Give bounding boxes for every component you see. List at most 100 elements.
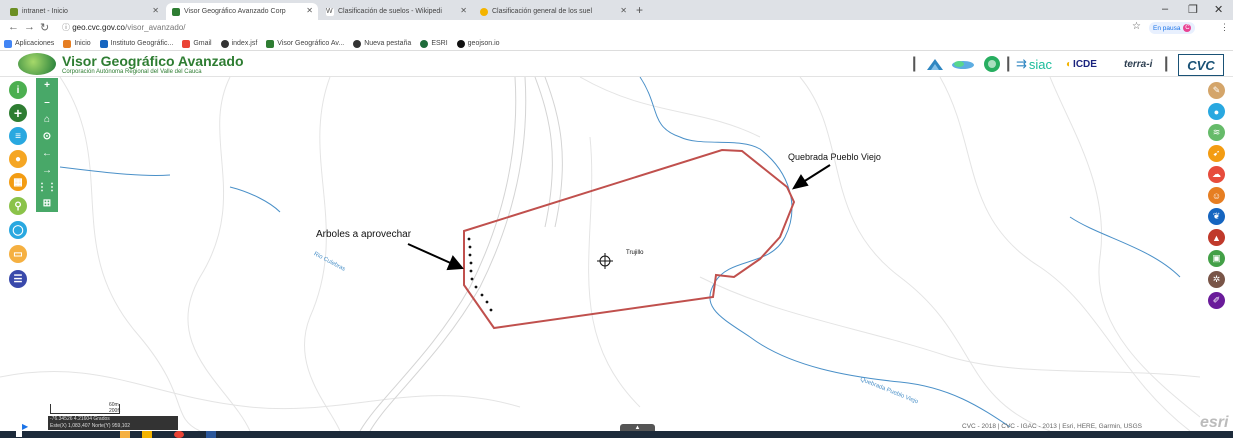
bookmark-geojson[interactable]: geojson.io — [456, 39, 500, 48]
info-button[interactable]: i — [9, 81, 27, 99]
bookmark-label: Nueva pestaña — [364, 40, 412, 47]
word-icon[interactable] — [206, 431, 216, 438]
layers-icon: ≡ — [15, 130, 21, 142]
reload-icon[interactable]: ↻ — [40, 21, 49, 34]
bookmark-newtab[interactable]: Nueva pestaña — [353, 39, 412, 48]
close-tab-icon[interactable]: ✕ — [152, 6, 159, 15]
pencil-icon: ✐ — [1212, 295, 1221, 305]
map-canvas[interactable]: Arboles a aprovechar Quebrada Pueblo Vie… — [0, 77, 1233, 431]
search-icon: ⚲ — [14, 200, 22, 212]
draw-tools-button[interactable]: ✐ — [1208, 292, 1225, 309]
climate-button[interactable]: ≋ — [1208, 124, 1225, 141]
water-button[interactable]: ● — [1208, 103, 1225, 120]
previous-extent-button[interactable]: ← — [36, 148, 58, 159]
close-tab-icon[interactable]: ✕ — [306, 6, 313, 15]
coordinates-geographic: -76.34526 4.21604 Grados — [50, 416, 110, 422]
browser-tab-clasificacion[interactable]: Clasificación general de los suel ✕ — [474, 3, 632, 20]
fauna-button[interactable]: ➹ — [1208, 145, 1225, 162]
bookmark-icon — [99, 39, 108, 48]
apps-grid-icon — [4, 39, 12, 48]
google-icon — [182, 39, 191, 48]
annotation-arrows — [407, 164, 831, 271]
mountain-logo-icon[interactable] — [926, 55, 944, 73]
chrome-icon[interactable] — [174, 431, 184, 438]
terra-text: terra-i — [1124, 58, 1153, 70]
bookmark-star-icon[interactable]: ☆ — [1132, 21, 1141, 32]
folder-button[interactable]: ▭ — [9, 245, 27, 263]
zoom-out-icon: – — [44, 97, 50, 108]
bookmark-label: Instituto Geográfic... — [110, 40, 174, 47]
water-drop-icon: ● — [1213, 106, 1220, 117]
bird-logo-icon[interactable] — [950, 55, 976, 73]
siac-logo[interactable]: ⇉ siac — [1016, 55, 1052, 73]
browser-menu-icon[interactable]: ⋮ — [1220, 22, 1229, 33]
add-icon: + — [13, 105, 23, 121]
risk-button[interactable]: ☁ — [1208, 166, 1225, 183]
bookmark-icon — [63, 39, 72, 48]
menu-button[interactable]: ☰ — [9, 270, 27, 288]
basemap-button[interactable]: ◯ — [9, 221, 27, 239]
windows-start-icon[interactable] — [16, 431, 22, 437]
maximize-button[interactable]: ❐ — [1188, 3, 1198, 16]
browser-tab-visor[interactable]: Visor Geográfico Avanzado Corp ✕ — [166, 3, 318, 20]
add-button[interactable]: + — [9, 104, 27, 122]
hazard-button[interactable]: ✲ — [1208, 271, 1225, 288]
bookmark-label: Visor Geográfico Av... — [277, 40, 345, 47]
zoom-in-button[interactable]: + — [36, 80, 58, 91]
soil-button[interactable]: ✎ — [1208, 82, 1225, 99]
zoom-in-icon: + — [44, 80, 50, 91]
back-arrow-icon[interactable]: ← — [8, 21, 19, 33]
terrain-button[interactable]: ▲ — [1208, 229, 1225, 246]
icde-logo[interactable]: ◐ ICDE — [1066, 55, 1097, 73]
close-tab-icon[interactable]: ✕ — [460, 6, 467, 15]
new-tab-button[interactable]: + — [636, 3, 643, 17]
minimize-button[interactable]: – — [1162, 3, 1168, 15]
home-button[interactable]: ⌂ — [36, 114, 58, 125]
population-button[interactable]: ☺ — [1208, 187, 1225, 204]
harvest-area-polygon[interactable] — [463, 148, 796, 330]
contour-lines — [0, 77, 1201, 431]
full-extent-button[interactable]: ⊞ — [36, 198, 58, 209]
close-tab-icon[interactable]: ✕ — [620, 6, 627, 15]
info-icon: i — [16, 84, 20, 96]
file-explorer-icon[interactable] — [120, 431, 130, 438]
close-window-button[interactable]: ✕ — [1214, 3, 1223, 16]
forward-arrow-icon[interactable]: → — [24, 21, 35, 33]
terra-i-logo[interactable]: terra-i — [1124, 55, 1152, 73]
browser-tab-intranet[interactable]: intranet - Inicio ✕ — [4, 3, 164, 20]
bookmark-apps[interactable]: Aplicaciones — [4, 39, 54, 48]
image-button[interactable]: ▣ — [1208, 250, 1225, 267]
bookmark-esri[interactable]: ESRI — [420, 39, 448, 48]
table-button[interactable]: ▦ — [9, 173, 27, 191]
locate-button[interactable]: ⊙ — [36, 131, 58, 142]
bookmark-inicio[interactable]: Inicio — [63, 39, 91, 48]
leaf-logo-icon[interactable] — [982, 55, 1002, 73]
location-button[interactable]: ● — [9, 150, 27, 168]
bookmark-gmail[interactable]: Gmail — [182, 39, 212, 48]
pause-label: En pausa — [1153, 24, 1181, 32]
browser-tab-wikipedia[interactable]: W Clasificación de suelos - Wikipedi ✕ — [320, 3, 472, 20]
layers-button[interactable]: ≡ — [9, 127, 27, 145]
climate-icon: ≋ — [1212, 127, 1221, 137]
address-bar[interactable]: ⓘ geo.cvc.gov.co/visor_avanzado/ — [62, 22, 186, 33]
info-icon[interactable]: ⓘ — [62, 23, 72, 32]
road-lines — [359, 77, 563, 431]
cvc-logo[interactable]: CVC — [1178, 54, 1224, 76]
next-extent-button[interactable]: → — [36, 165, 58, 176]
search-button[interactable]: ⚲ — [9, 197, 27, 215]
profile-paused-chip[interactable]: En pausa C — [1149, 22, 1196, 34]
bookmark-visor[interactable]: Visor Geográfico Av... — [266, 39, 345, 48]
taskbar-app-icon[interactable] — [142, 431, 152, 438]
locate-icon: ⊙ — [42, 131, 52, 142]
crosshair-icon — [597, 253, 613, 269]
folder-icon: ▭ — [13, 248, 23, 260]
icde-circle-icon: ◐ — [1066, 58, 1073, 70]
biodiversity-button[interactable]: ❦ — [1208, 208, 1225, 225]
bookmark-igac[interactable]: Instituto Geográfic... — [99, 39, 174, 48]
zoom-out-button[interactable]: – — [36, 97, 58, 108]
cvc-globe-logo[interactable] — [18, 53, 56, 75]
bookmark-indexjsf[interactable]: index.jsf — [220, 39, 257, 48]
bird-icon: ➹ — [1212, 148, 1221, 158]
fullscreen-button[interactable]: ⋮⋮ — [36, 182, 58, 193]
expand-panel-icon[interactable]: ▶ — [22, 422, 28, 431]
